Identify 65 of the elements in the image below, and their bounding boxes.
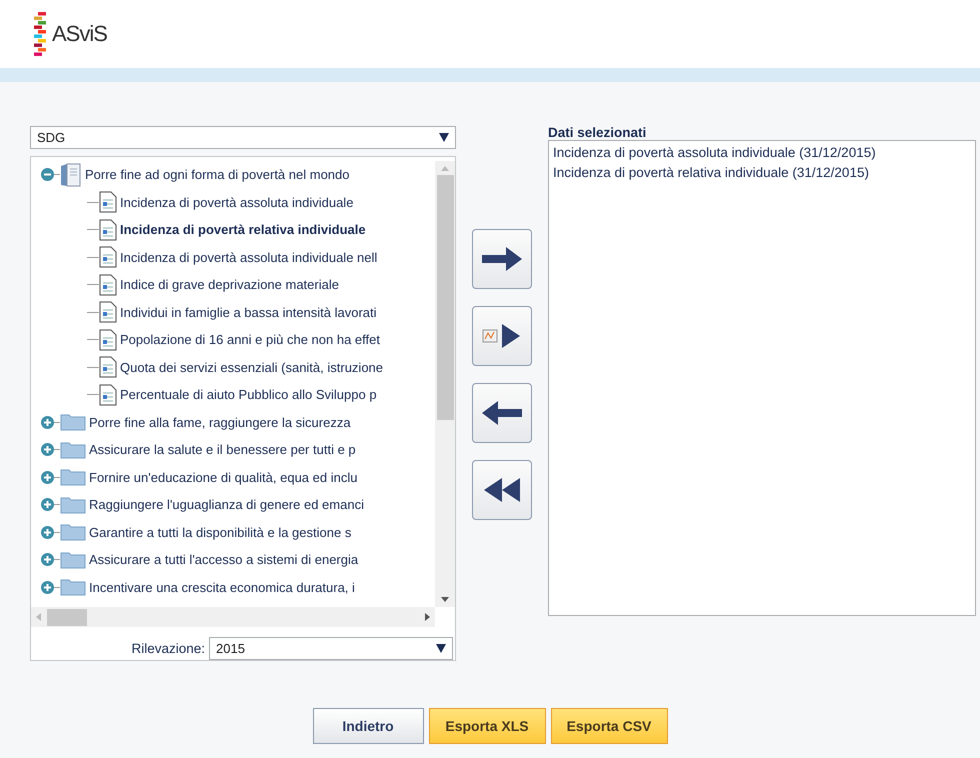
folder-icon <box>60 440 86 459</box>
tree-node[interactable]: Porre fine ad ogni forma di povertà nel mondo <box>82 167 350 182</box>
document-icon <box>99 301 117 324</box>
selected-data-title: Dati selezionati <box>548 126 648 140</box>
folder-icon <box>60 550 86 569</box>
back-button[interactable]: Indietro <box>312 708 424 744</box>
clear-button[interactable] <box>472 460 532 520</box>
tree-leaf[interactable]: Percentuale di aiuto Pubblico allo Sviluppo p <box>117 387 377 402</box>
document-icon <box>99 274 117 296</box>
expand-icon[interactable] <box>41 526 54 539</box>
document-icon <box>99 384 117 406</box>
dropdown-caret-icon <box>436 644 446 653</box>
expand-icon[interactable] <box>41 553 54 566</box>
document-icon <box>99 328 117 351</box>
tree-leaf[interactable]: Quota dei servizi essenziali (sanità, istruzione <box>117 360 384 375</box>
expand-icon[interactable] <box>41 580 54 594</box>
expand-icon[interactable] <box>41 416 54 429</box>
collapse-icon[interactable] <box>41 168 54 182</box>
tree-node[interactable]: Fornire un'educazione di qualità, equa ed inclu <box>86 470 358 485</box>
tree-leaf[interactable]: Individui in famiglie a bassa intensità lavorati <box>117 304 377 320</box>
document-icon <box>99 246 117 268</box>
scroll-thumb[interactable] <box>47 608 87 626</box>
folder-icon <box>60 413 86 432</box>
document-icon <box>99 191 117 214</box>
tree-leaf[interactable]: Incidenza di povertà assoluta individuale nell <box>117 250 378 265</box>
export-button[interactable]: Esporta CSV <box>550 708 668 744</box>
tree-node[interactable]: Assicurare la salute e il benessere per tutti e p <box>86 442 356 458</box>
folder-icon <box>60 578 86 596</box>
survey-label: Rilevazione: <box>131 641 205 656</box>
arrow-left-icon <box>482 401 522 425</box>
chart-button[interactable] <box>472 306 532 366</box>
tree-leaf[interactable]: Indice di grave deprivazione materiale <box>117 277 339 292</box>
expand-icon[interactable] <box>41 498 54 512</box>
survey-select[interactable]: 2015 <box>209 637 453 660</box>
logo-text: ASviS <box>52 21 107 47</box>
scroll-right-icon[interactable] <box>423 612 431 622</box>
tree-node[interactable]: Garantire a tutti la disponibilità e la gestione s <box>86 524 352 540</box>
double-left-icon <box>482 478 522 502</box>
arrow-right-icon <box>482 247 522 271</box>
tree-node[interactable]: Raggiungere l'uguaglianza di genere ed emanci <box>86 497 364 512</box>
tree-leaf[interactable]: Popolazione di 16 anni e più che non ha effet <box>117 332 380 348</box>
folder-icon <box>60 523 86 542</box>
book-icon <box>60 162 82 187</box>
tree-leaf[interactable]: Incidenza di povertà relativa individuale <box>117 222 366 238</box>
category-select[interactable]: SDG <box>30 126 456 149</box>
horizontal-scrollbar[interactable] <box>31 607 435 627</box>
folder-icon <box>60 468 86 486</box>
remove-button[interactable] <box>472 383 532 443</box>
export-button[interactable]: Esporta XLS <box>428 708 546 744</box>
dropdown-caret-icon <box>439 133 449 142</box>
tree-node[interactable]: Porre fine alla fame, raggiungere la sicurezza <box>86 414 351 430</box>
list-item[interactable]: Incidenza di povertà assoluta individuale (31/12/2015) <box>553 143 971 163</box>
tree-leaf[interactable]: Incidenza di povertà assoluta individuale <box>117 194 354 210</box>
list-item[interactable]: Incidenza di povertà relativa individuale (31/12/2015) <box>553 163 971 183</box>
tree-node[interactable]: Incentivare una crescita economica duratura, i <box>86 580 355 595</box>
folder-icon <box>60 496 86 514</box>
vertical-scrollbar[interactable] <box>435 161 455 607</box>
chart-arrow-icon <box>482 324 522 348</box>
document-icon <box>99 356 117 378</box>
scroll-thumb[interactable] <box>436 175 454 420</box>
expand-icon[interactable] <box>41 443 54 456</box>
add-button[interactable] <box>472 229 532 289</box>
tree-node[interactable]: Assicurare a tutti l'accesso a sistemi di energia <box>86 552 358 568</box>
document-icon <box>99 218 117 241</box>
expand-icon[interactable] <box>41 470 54 484</box>
